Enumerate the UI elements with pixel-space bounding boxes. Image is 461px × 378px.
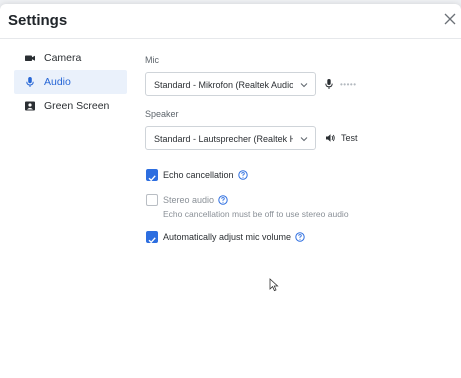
chevron-down-icon [300, 83, 308, 88]
settings-dialog: Settings Camera Audio Green Screen Mic S… [0, 4, 461, 378]
sidebar-item-audio[interactable]: Audio [14, 70, 127, 94]
chevron-down-icon [300, 137, 308, 142]
dialog-header: Settings [0, 4, 461, 39]
echo-cancellation-text: Echo cancellation [163, 170, 234, 180]
mic-level-meter: ••••• [324, 77, 357, 91]
help-icon[interactable] [295, 232, 305, 242]
mic-icon [325, 79, 333, 89]
test-label: Test [341, 133, 358, 143]
auto-mic-volume-checkbox[interactable] [146, 231, 158, 244]
dialog-title: Settings [8, 12, 68, 29]
sidebar-item-label: Camera [44, 52, 82, 64]
settings-sidebar: Camera Audio Green Screen [0, 39, 128, 378]
checkmark-icon [148, 175, 156, 182]
camera-icon [24, 52, 36, 64]
help-icon[interactable] [218, 195, 228, 205]
help-icon[interactable] [237, 170, 248, 180]
echo-cancellation-label: Echo cancellation [163, 169, 248, 181]
echo-cancellation-checkbox[interactable] [146, 169, 158, 182]
stereo-audio-label: Stereo audio [163, 194, 228, 206]
speaker-test-button[interactable]: Test [325, 131, 358, 145]
auto-mic-volume-text: Automatically adjust mic volume [163, 232, 292, 242]
mic-select[interactable]: Standard - Mikrofon (Realtek Audio US [145, 72, 316, 96]
audio-settings-panel: Mic Standard - Mikrofon (Realtek Audio U… [128, 39, 461, 378]
sidebar-item-label: Audio [44, 76, 71, 88]
mic-select-value: Standard - Mikrofon (Realtek Audio US [154, 80, 293, 90]
close-icon [444, 13, 456, 25]
stereo-audio-text: Stereo audio [163, 195, 215, 205]
speaker-select[interactable]: Standard - Lautsprecher (Realtek High [145, 126, 316, 150]
mouse-cursor-icon [269, 278, 279, 292]
speaker-label: Speaker [145, 109, 179, 119]
stereo-audio-checkbox[interactable] [146, 194, 158, 206]
sidebar-item-label: Green Screen [44, 100, 110, 112]
auto-mic-volume-label: Automatically adjust mic volume [163, 231, 305, 243]
sidebar-item-camera[interactable]: Camera [14, 46, 127, 70]
stereo-audio-hint: Echo cancellation must be off to use ste… [163, 209, 349, 219]
sidebar-item-green-screen[interactable]: Green Screen [14, 94, 127, 118]
checkmark-icon [148, 237, 156, 244]
green-screen-icon [24, 100, 36, 112]
close-button[interactable] [441, 10, 459, 28]
mic-icon [24, 76, 36, 88]
speaker-select-value: Standard - Lautsprecher (Realtek High [154, 134, 293, 144]
mic-level-dots: ••••• [340, 79, 357, 89]
mic-label: Mic [145, 55, 159, 65]
speaker-icon [325, 133, 336, 143]
